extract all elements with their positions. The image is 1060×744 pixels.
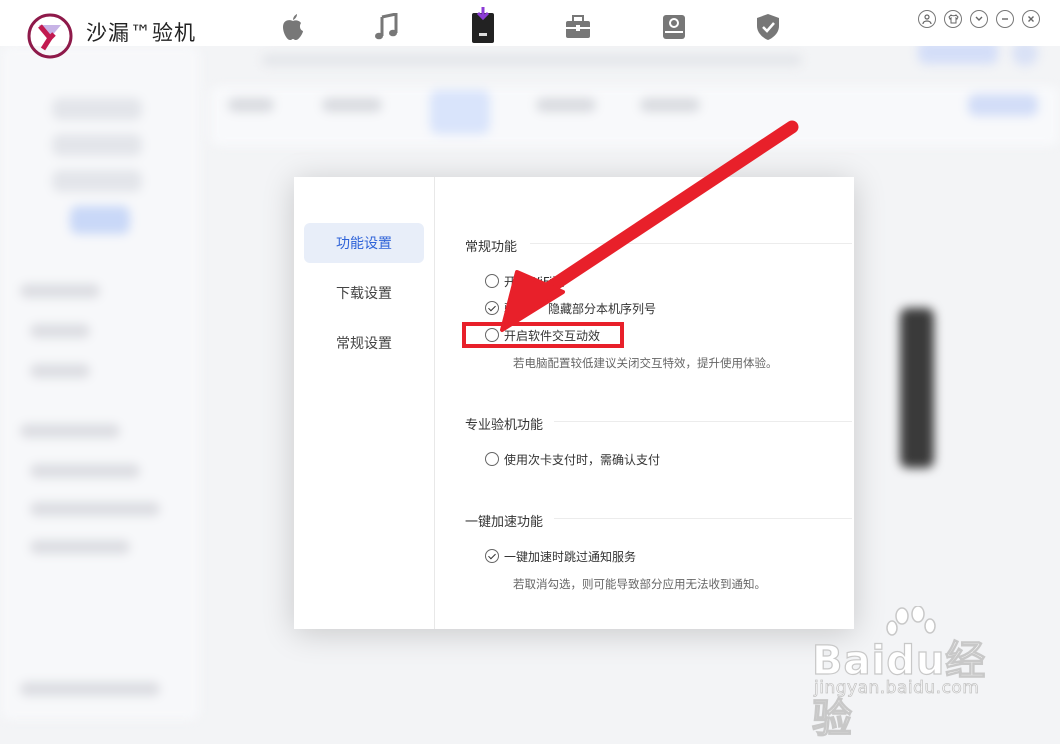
watermark-url: jingyan.baidu.com	[814, 678, 980, 699]
baidu-watermark: Baidu经验 jingyan.baidu.com	[811, 606, 1022, 743]
